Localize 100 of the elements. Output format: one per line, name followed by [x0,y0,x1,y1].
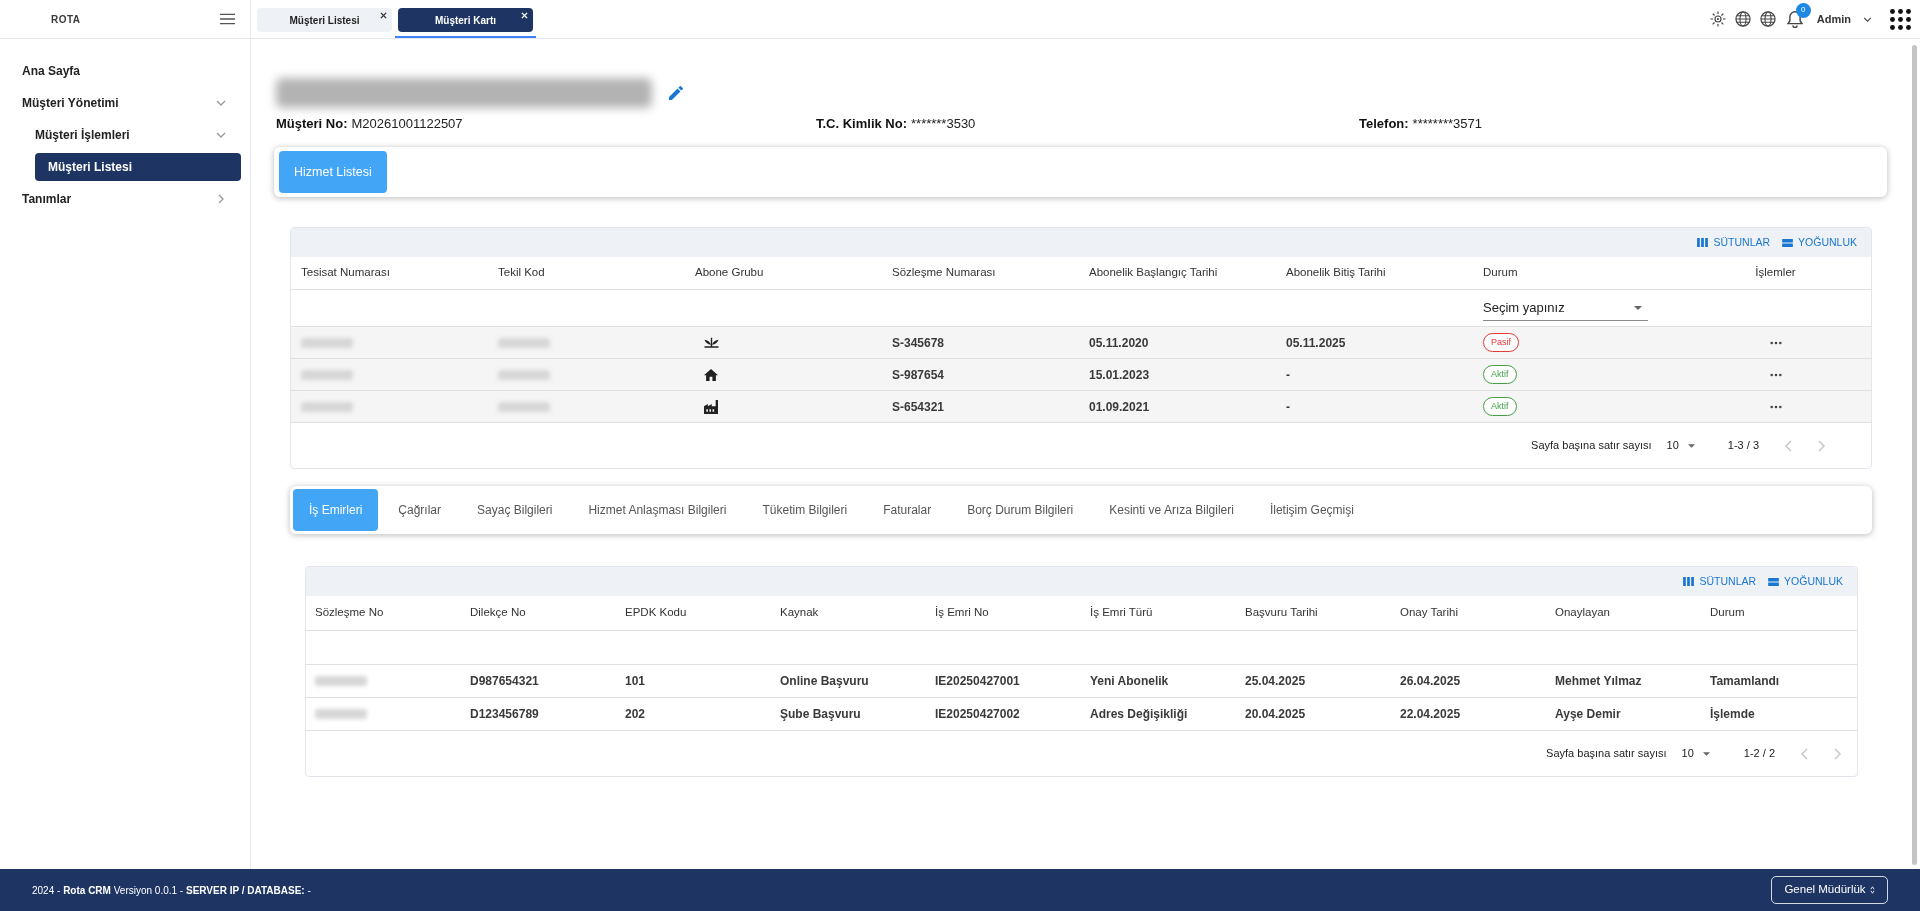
tab[interactable]: İletişim Geçmişi [1253,489,1370,531]
logo: ROTA [51,12,81,27]
column-header[interactable]: Tesisat Numarası [301,264,390,282]
menu-icon[interactable] [220,13,235,25]
page-tab[interactable]: Müşteri Kartı [398,8,533,32]
up-down-icon [1869,886,1875,894]
chevron-down-icon [1863,16,1872,22]
blurred-text [301,337,353,348]
table-cell-text: 26.04.2025 [1400,673,1461,690]
columns-icon [1683,577,1695,586]
scrollbar-thumb[interactable] [1912,45,1917,865]
factory-icon [704,399,718,414]
blurred-text [498,337,550,348]
field-value: ********3571 [1412,115,1482,133]
columns-button[interactable]: SÜTUNLAR [1697,234,1771,251]
column-header[interactable]: Dilekçe No [470,604,526,622]
globe-icon[interactable] [1734,11,1751,27]
column-header[interactable]: Onay Tarihi [1400,604,1458,622]
field-value: *******3530 [911,115,976,133]
density-icon [1768,577,1780,586]
tab[interactable]: Kesinti ve Arıza Bilgileri [1093,489,1250,531]
branch-select-button[interactable]: Genel Müdürlük [1771,876,1888,904]
column-header[interactable]: Kaynak [780,604,819,622]
table-cell-text: Online Başvuru [780,673,869,690]
tab[interactable]: Çağrılar [382,489,458,531]
tab[interactable]: Hizmet Anlaşması Bilgileri [572,489,743,531]
rows-per-page-label: Sayfa başına satır sayısı [1531,438,1652,454]
column-header[interactable]: Tekil Kod [498,264,545,282]
sidebar-item[interactable]: Müşteri İşlemleri [35,121,241,149]
more-icon[interactable] [1769,404,1782,409]
table-cell-text: 01.09.2021 [1089,398,1150,416]
blurred-text [315,709,367,719]
tab[interactable]: Faturalar [867,489,948,531]
table-cell-text: - [1286,398,1290,416]
sidebar-item[interactable]: Tanımlar [22,185,241,213]
field-label: Telefon: [1359,115,1409,133]
tab[interactable]: Borç Durum Bilgileri [951,489,1090,531]
caret-down-icon [1702,751,1710,756]
column-header[interactable]: Sözleşme Numarası [892,264,996,282]
table-cell-text: Şube Başvuru [780,706,861,723]
user-menu[interactable]: Admin [1816,10,1872,28]
tab[interactable]: Sayaç Bilgileri [461,489,569,531]
table-cell-text: Yeni Abonelik [1090,673,1169,690]
sidebar-item[interactable]: Müşteri Listesi [35,153,241,181]
page-range: 1-3 / 3 [1727,438,1759,454]
blurred-text [315,676,367,686]
table-cell-text: Mehmet Yılmaz [1555,673,1642,690]
edit-icon[interactable] [669,86,683,100]
rows-per-page-select[interactable]: 10 [1681,745,1710,762]
column-header[interactable]: İş Emri No [935,604,989,622]
tab[interactable]: Tüketim Bilgileri [746,489,864,531]
column-header[interactable]: Başvuru Tarihi [1245,604,1318,622]
rows-per-page-label: Sayfa başına satır sayısı [1546,746,1667,762]
more-icon[interactable] [1769,340,1782,345]
field-value: M20261001122507 [351,115,463,133]
column-header[interactable]: Onaylayan [1555,604,1610,622]
table-cell-text: 202 [625,706,646,723]
column-header[interactable]: İşlemler [1755,264,1796,282]
blurred-text [498,369,550,380]
page-tab[interactable]: Müşteri Listesi [257,8,392,32]
table-cell-text: 05.11.2020 [1089,334,1149,352]
table-cell-text: D987654321 [470,673,539,690]
caret-down-icon [1687,443,1695,448]
table-cell-text: 101 [625,673,646,690]
globe-icon[interactable] [1759,11,1776,27]
table-cell-text: İşlemde [1710,706,1755,723]
column-header[interactable]: Durum [1483,264,1518,282]
density-button[interactable]: YOĞUNLUK [1782,234,1857,251]
column-header[interactable]: Abone Grubu [695,264,764,282]
column-header[interactable]: Sözleşme No [315,604,384,622]
table-cell-text: S-987654 [892,366,945,384]
columns-button[interactable]: SÜTUNLAR [1683,573,1757,590]
status-select[interactable]: Seçim yapınız [1483,295,1648,321]
table-cell-text: Adres Değişikliği [1090,706,1188,723]
bell-icon[interactable] [1786,10,1803,28]
footer-text: 2024 - Rota CRM Versiyon 0.0.1 - SERVER IP / DATABASE: - [32,883,311,898]
table-cell-text: Tamamlandı [1710,673,1780,690]
caret-down-icon [1634,305,1642,310]
sprout-icon [704,337,719,348]
column-header[interactable]: Durum [1710,604,1745,622]
sidebar-item[interactable]: Müşteri Yönetimi [22,89,241,117]
house-icon [704,368,718,381]
field-label: T.C. Kimlik No: [816,115,907,133]
column-header[interactable]: EPDK Kodu [625,604,687,622]
density-button[interactable]: YOĞUNLUK [1768,573,1843,590]
sidebar-item[interactable]: Ana Sayfa [22,57,241,85]
columns-icon [1697,238,1709,247]
column-header[interactable]: Abonelik Bitiş Tarihi [1286,264,1386,282]
more-icon[interactable] [1769,372,1782,377]
blurred-text [301,401,353,412]
column-header[interactable]: İş Emri Türü [1090,604,1153,622]
rows-per-page-select[interactable]: 10 [1666,437,1695,454]
close-icon[interactable] [380,12,387,19]
notification-badge: 0 [1795,2,1811,18]
blurred-text [301,369,353,380]
status-badge: Pasif [1483,333,1519,352]
brightness-icon[interactable] [1709,11,1726,27]
apps-grid-icon[interactable] [1890,8,1911,30]
table-cell-text: 22.04.2025 [1400,706,1461,723]
column-header[interactable]: Abonelik Başlangıç Tarihi [1089,264,1218,282]
